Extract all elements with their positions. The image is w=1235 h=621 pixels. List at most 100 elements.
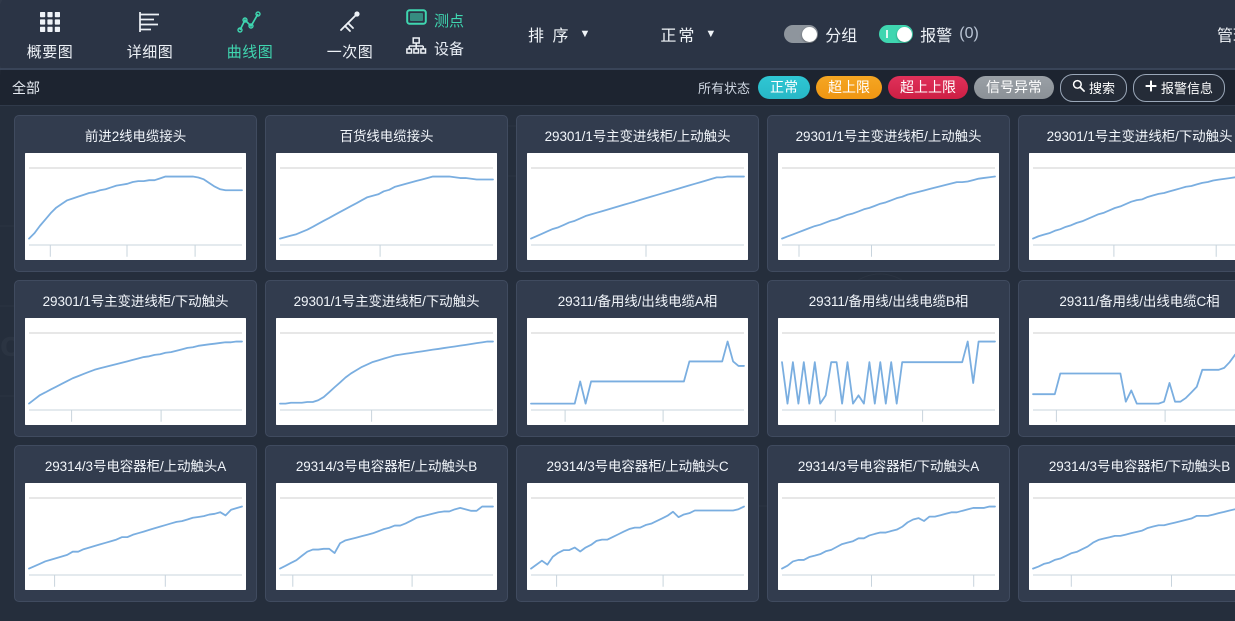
measure-point-card[interactable]: 29301/1号主变进线柜/上动触头 bbox=[516, 115, 759, 272]
alarm-switch-mark bbox=[886, 30, 888, 38]
measure-point-card[interactable]: 百货线电缆接头 bbox=[265, 115, 508, 272]
card-trend-chart[interactable] bbox=[25, 483, 246, 590]
card-title: 百货线电缆接头 bbox=[339, 129, 434, 144]
measure-point-card[interactable]: 29301/1号主变进线柜/下动触头 bbox=[265, 280, 508, 437]
card-trend-chart[interactable] bbox=[1029, 483, 1235, 590]
bar-list-icon bbox=[137, 9, 163, 35]
alarm-info-button[interactable]: 报警信息 bbox=[1132, 73, 1225, 102]
nav-label-measure-point: 测点 bbox=[434, 12, 465, 30]
nav-toggle-group: 分组 报警 (0) bbox=[784, 0, 979, 68]
measure-point-card[interactable]: 29314/3号电容器柜/下动触头B bbox=[1018, 445, 1235, 602]
nav-item-measure-point[interactable]: 测点 bbox=[406, 9, 464, 31]
card-title: 29314/3号电容器柜/下动触头B bbox=[1048, 459, 1231, 474]
nav-item-overview[interactable]: 概要图 bbox=[0, 0, 100, 68]
nav-item-curve[interactable]: 曲线图 bbox=[200, 0, 300, 68]
status-dropdown-label: 正常 bbox=[660, 28, 697, 45]
chevron-down-icon: ▼ bbox=[705, 28, 717, 40]
screen-icon bbox=[406, 9, 427, 31]
card-title: 29311/备用线/出线电缆B相 bbox=[808, 294, 969, 309]
measure-point-card[interactable]: 29314/3号电容器柜/上动触头C bbox=[516, 445, 759, 602]
card-title: 29301/1号主变进线柜/上动触头 bbox=[795, 129, 982, 144]
card-title: 29301/1号主变进线柜/下动触头 bbox=[293, 294, 480, 309]
plus-icon bbox=[1145, 80, 1157, 95]
nav-label-primary-diagram: 一次图 bbox=[326, 43, 374, 61]
measure-point-card[interactable]: 29301/1号主变进线柜/下动触头 bbox=[1018, 115, 1235, 272]
nav-right-area: 管理 bbox=[1217, 0, 1235, 68]
group-switch-knob bbox=[801, 26, 817, 42]
alarm-toggle[interactable]: 报警 (0) bbox=[879, 22, 979, 46]
measure-point-card-grid: 前进2线电缆接头 百货线电缆接头 29301/1号主变进线柜/上动触头 2930… bbox=[0, 106, 1235, 610]
group-switch[interactable] bbox=[784, 25, 819, 43]
chevron-down-icon: ▼ bbox=[579, 28, 591, 40]
top-navigation-bar: 概要图 详细图 曲线图 一次图 测点 设备 排 序 ▼ 正常 ▼ 分组 报警 (… bbox=[0, 0, 1235, 70]
card-trend-chart[interactable] bbox=[778, 318, 999, 425]
card-title: 29311/备用线/出线电缆A相 bbox=[557, 294, 718, 309]
nav-label-detail: 详细图 bbox=[126, 43, 174, 61]
card-title: 29314/3号电容器柜/上动触头B bbox=[295, 459, 478, 474]
alarm-count: (0) bbox=[959, 25, 979, 42]
measure-point-card[interactable]: 29301/1号主变进线柜/下动触头 bbox=[14, 280, 257, 437]
measure-point-card[interactable]: 29314/3号电容器柜/上动触头B bbox=[265, 445, 508, 602]
measure-point-card[interactable]: 29314/3号电容器柜/上动触头A bbox=[14, 445, 257, 602]
card-title: 前进2线电缆接头 bbox=[84, 129, 187, 144]
alarm-info-button-label: 报警信息 bbox=[1160, 80, 1213, 96]
card-title: 29301/1号主变进线柜/下动触头 bbox=[42, 294, 229, 309]
group-toggle-label: 分组 bbox=[825, 28, 858, 45]
card-title: 29311/备用线/出线电缆C相 bbox=[1059, 294, 1220, 309]
nav-item-primary-diagram[interactable]: 一次图 bbox=[300, 0, 400, 68]
filter-all-label[interactable]: 全部 bbox=[12, 78, 40, 98]
nav-label-overview: 概要图 bbox=[26, 43, 74, 61]
filter-right-group: 所有状态 正常 超上限 超上上限 信号异常 搜索 报警信息 bbox=[697, 73, 1225, 102]
card-trend-chart[interactable] bbox=[527, 318, 748, 425]
alarm-switch-knob bbox=[896, 26, 912, 42]
nav-label-curve: 曲线图 bbox=[226, 43, 274, 61]
nav-dropdowns: 排 序 ▼ 正常 ▼ bbox=[514, 0, 730, 68]
status-chip-over-upper-limit[interactable]: 超上上限 bbox=[887, 75, 968, 100]
measure-point-card[interactable]: 29311/备用线/出线电缆A相 bbox=[516, 280, 759, 437]
sitemap-icon bbox=[406, 37, 427, 59]
all-status-label: 所有状态 bbox=[697, 81, 750, 96]
alarm-toggle-label: 报警 bbox=[920, 28, 953, 45]
card-trend-chart[interactable] bbox=[778, 483, 999, 590]
measure-point-card[interactable]: 29301/1号主变进线柜/上动触头 bbox=[767, 115, 1010, 272]
card-trend-chart[interactable] bbox=[1029, 318, 1235, 425]
content-area: OUR TE TEXT HERE YOUR 前进2线电缆接头 百货线电缆接头 bbox=[0, 106, 1235, 621]
search-icon bbox=[1072, 79, 1085, 95]
card-trend-chart[interactable] bbox=[778, 153, 999, 260]
status-chip-over-limit[interactable]: 超上限 bbox=[815, 75, 882, 100]
alarm-switch[interactable] bbox=[879, 25, 914, 43]
nav-secondary-items: 测点 设备 bbox=[400, 0, 496, 68]
card-trend-chart[interactable] bbox=[276, 318, 497, 425]
card-title: 29301/1号主变进线柜/上动触头 bbox=[544, 129, 731, 144]
status-chip-signal-abnormal[interactable]: 信号异常 bbox=[973, 75, 1054, 100]
measure-point-card[interactable]: 29311/备用线/出线电缆B相 bbox=[767, 280, 1010, 437]
card-trend-chart[interactable] bbox=[276, 153, 497, 260]
measure-point-card[interactable]: 29311/备用线/出线电缆C相 bbox=[1018, 280, 1235, 437]
filter-bar: 全部 所有状态 正常 超上限 超上上限 信号异常 搜索 报警信息 bbox=[0, 70, 1235, 106]
admin-link[interactable]: 管理 bbox=[1217, 22, 1235, 46]
measure-point-card[interactable]: 前进2线电缆接头 bbox=[14, 115, 257, 272]
search-button-label: 搜索 bbox=[1088, 80, 1115, 96]
group-toggle[interactable]: 分组 bbox=[784, 22, 857, 46]
card-trend-chart[interactable] bbox=[25, 318, 246, 425]
measure-point-card[interactable]: 29314/3号电容器柜/下动触头A bbox=[767, 445, 1010, 602]
nav-label-device: 设备 bbox=[434, 40, 465, 58]
status-chip-normal[interactable]: 正常 bbox=[757, 75, 810, 100]
card-trend-chart[interactable] bbox=[527, 153, 748, 260]
card-trend-chart[interactable] bbox=[25, 153, 246, 260]
search-button[interactable]: 搜索 bbox=[1059, 73, 1127, 102]
card-trend-chart[interactable] bbox=[1029, 153, 1235, 260]
nav-item-detail[interactable]: 详细图 bbox=[100, 0, 200, 68]
sort-dropdown[interactable]: 排 序 ▼ bbox=[514, 16, 604, 52]
card-title: 29314/3号电容器柜/上动触头A bbox=[44, 459, 227, 474]
status-dropdown[interactable]: 正常 ▼ bbox=[646, 16, 730, 52]
sensor-icon bbox=[337, 9, 363, 35]
card-title: 29314/3号电容器柜/上动触头C bbox=[546, 459, 729, 474]
nav-item-device[interactable]: 设备 bbox=[406, 37, 464, 59]
card-trend-chart[interactable] bbox=[276, 483, 497, 590]
card-title: 29314/3号电容器柜/下动触头A bbox=[797, 459, 980, 474]
grid-icon bbox=[38, 9, 62, 35]
card-title: 29301/1号主变进线柜/下动触头 bbox=[1046, 129, 1233, 144]
nav-primary-items: 概要图 详细图 曲线图 一次图 测点 设备 bbox=[0, 0, 496, 68]
card-trend-chart[interactable] bbox=[527, 483, 748, 590]
